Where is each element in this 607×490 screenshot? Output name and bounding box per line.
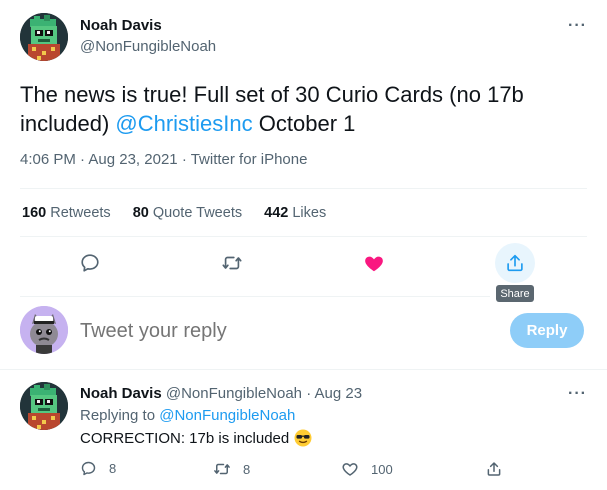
- separator: ·: [181, 151, 191, 168]
- reply-icon: [81, 254, 99, 272]
- like-button[interactable]: [360, 249, 388, 277]
- retweets-label: Retweets: [50, 205, 111, 221]
- divider: [0, 369, 607, 370]
- tweet-timestamp: 4:06 PM · Aug 23, 2021 · Twitter for iPh…: [20, 151, 307, 168]
- tweet-text: The news is true! Full set of 30 Curio C…: [20, 80, 580, 138]
- like-count: 100: [371, 461, 393, 477]
- divider: [20, 296, 490, 297]
- reply-retweet-button[interactable]: 8: [213, 460, 250, 478]
- tweet-text-part: October 1: [252, 111, 356, 136]
- user-avatar[interactable]: [20, 306, 68, 354]
- retweet-icon: [222, 256, 242, 270]
- retweet-button[interactable]: [218, 249, 246, 277]
- quotes-stat[interactable]: 80 Quote Tweets: [133, 205, 246, 221]
- tweet-time[interactable]: 4:06 PM: [20, 151, 76, 168]
- tweet-date[interactable]: Aug 23, 2021: [88, 151, 177, 168]
- reply-share-button[interactable]: [485, 460, 503, 478]
- divider: [20, 188, 587, 189]
- green-character-avatar-icon: [20, 13, 68, 61]
- quotes-count: 80: [132, 205, 149, 221]
- separator: ·: [306, 385, 315, 402]
- green-character-avatar-icon: [20, 382, 68, 430]
- sunglasses-emoji-icon: [294, 429, 312, 447]
- cat-avatar-icon: [20, 306, 68, 354]
- share-icon: [507, 254, 523, 272]
- mention-link[interactable]: @ChristiesInc: [115, 111, 252, 136]
- likes-label: Likes: [292, 205, 327, 221]
- reply-button[interactable]: [76, 249, 104, 277]
- author-name[interactable]: Noah Davis: [80, 17, 162, 34]
- reply-header: Noah Davis @NonFungibleNoah · Aug 23: [80, 385, 362, 402]
- retweets-count: 160: [22, 205, 47, 221]
- reply-author-handle[interactable]: @NonFungibleNoah: [166, 385, 302, 402]
- quotes-label: Quote Tweets: [152, 205, 243, 221]
- reply-submit-button[interactable]: Reply: [510, 313, 584, 348]
- reply-author-avatar[interactable]: [20, 382, 68, 430]
- reply-icon: [81, 461, 96, 476]
- replying-to-handle[interactable]: @NonFungibleNoah: [159, 407, 295, 424]
- like-icon-filled: [365, 256, 383, 272]
- share-tooltip: Share: [496, 285, 534, 302]
- replying-to-label: Replying to: [80, 407, 156, 424]
- tweet-stats: 160 Retweets 80 Quote Tweets 442 Likes: [22, 205, 326, 221]
- share-button[interactable]: [495, 243, 535, 283]
- reply-more-options-icon[interactable]: ···: [568, 385, 587, 403]
- author-avatar[interactable]: [20, 13, 68, 61]
- replying-to: Replying to @NonFungibleNoah: [80, 407, 295, 424]
- reply-author-name[interactable]: Noah Davis: [80, 385, 162, 402]
- share-icon: [487, 462, 501, 476]
- reply-like-button[interactable]: 100: [341, 460, 393, 478]
- reply-reply-button[interactable]: 8: [80, 460, 116, 477]
- reply-text-row: CORRECTION: 17b is included: [80, 429, 312, 447]
- likes-stat[interactable]: 442 Likes: [264, 205, 326, 221]
- reply-input[interactable]: [80, 317, 480, 345]
- tweet-source[interactable]: Twitter for iPhone: [191, 151, 308, 168]
- reply-count: 8: [109, 461, 117, 476]
- retweets-stat[interactable]: 160 Retweets: [22, 205, 115, 221]
- author-handle[interactable]: @NonFungibleNoah: [80, 38, 216, 55]
- more-options-icon[interactable]: ···: [568, 17, 587, 35]
- retweet-count: 8: [243, 461, 251, 477]
- like-icon: [342, 463, 358, 476]
- reply-text: CORRECTION: 17b is included: [80, 429, 290, 447]
- retweet-icon: [214, 463, 230, 475]
- reply-date[interactable]: Aug 23: [315, 385, 363, 402]
- divider: [20, 236, 587, 237]
- likes-count: 442: [264, 205, 289, 221]
